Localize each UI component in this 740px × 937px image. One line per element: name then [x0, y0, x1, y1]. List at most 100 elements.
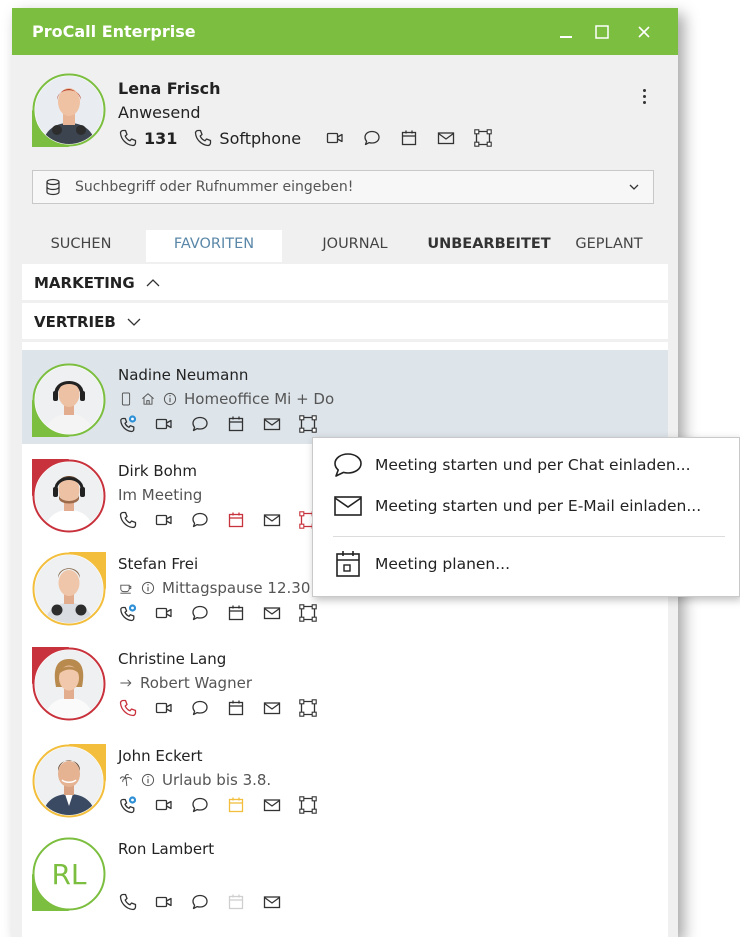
search-box[interactable]: [32, 170, 654, 204]
screen-share-icon[interactable]: [298, 795, 318, 815]
chat-icon[interactable]: [190, 795, 210, 815]
tab-suchen[interactable]: SUCHEN: [36, 230, 126, 262]
contact-name: Dirk Bohm: [118, 462, 197, 480]
calendar-icon[interactable]: [226, 795, 246, 815]
video-icon[interactable]: [154, 510, 174, 530]
mail-icon[interactable]: [436, 128, 456, 148]
more-options-button[interactable]: [634, 85, 654, 107]
calendar-icon[interactable]: [226, 414, 246, 434]
contact-avatar[interactable]: [32, 647, 106, 721]
video-icon[interactable]: [154, 414, 174, 434]
contact-avatar[interactable]: [32, 459, 106, 533]
phone-icon[interactable]: [118, 510, 138, 530]
envelope-icon: [334, 496, 362, 516]
phone-icon[interactable]: [118, 603, 138, 623]
contact-avatar[interactable]: [32, 363, 106, 437]
mail-icon[interactable]: [262, 414, 282, 434]
mobile-icon: [118, 391, 134, 407]
screen-share-icon[interactable]: [473, 128, 493, 148]
chat-icon[interactable]: [190, 510, 210, 530]
phone-icon[interactable]: [118, 414, 138, 434]
contact-name: John Eckert: [118, 747, 203, 765]
tab-unbearbeitet[interactable]: UNBEARBEITET: [414, 230, 564, 262]
contact-actions: [118, 795, 334, 815]
favorites-list: MARKETING VERTRIEB Nadine Neumann Homeof…: [22, 264, 668, 937]
contact-status-text: Urlaub bis 3.8.: [162, 771, 272, 789]
chevron-down-icon[interactable]: [627, 180, 641, 194]
contact-avatar[interactable]: [32, 744, 106, 818]
group-header-marketing[interactable]: MARKETING: [22, 266, 668, 303]
title-bar[interactable]: ProCall Enterprise: [12, 8, 678, 55]
menu-item-label: Meeting starten und per Chat einladen...: [375, 456, 691, 474]
home-icon: [140, 391, 156, 407]
own-name: Lena Frisch: [118, 79, 221, 98]
contact-actions: [118, 414, 334, 434]
video-icon[interactable]: [154, 603, 174, 623]
search-input[interactable]: [73, 178, 627, 196]
tab-favoriten[interactable]: FAVORITEN: [146, 230, 282, 262]
info-icon: [140, 772, 156, 788]
minimize-button[interactable]: [546, 8, 586, 55]
screen-share-icon[interactable]: [298, 698, 318, 718]
group-label: MARKETING: [34, 274, 135, 292]
calendar-icon[interactable]: [226, 510, 246, 530]
kebab-dot-icon: [642, 100, 646, 104]
tab-geplant[interactable]: GEPLANT: [566, 230, 652, 262]
mail-icon[interactable]: [262, 510, 282, 530]
calendar-icon[interactable]: [226, 603, 246, 623]
chat-icon[interactable]: [190, 892, 210, 912]
group-header-vertrieb[interactable]: VERTRIEB: [22, 305, 668, 342]
own-device[interactable]: Softphone: [219, 129, 301, 148]
own-presence-status: Anwesend: [118, 103, 201, 122]
chat-icon[interactable]: [190, 698, 210, 718]
contact-row[interactable]: Christine Lang Robert Wagner: [22, 634, 668, 728]
phone-icon[interactable]: [118, 128, 138, 148]
chat-icon[interactable]: [362, 128, 382, 148]
own-avatar[interactable]: [32, 73, 106, 147]
close-button[interactable]: [624, 8, 664, 55]
contact-status: Mittagspause 12.30: [118, 579, 310, 597]
calendar-icon[interactable]: [226, 698, 246, 718]
kebab-dot-icon: [642, 88, 646, 92]
window-title: ProCall Enterprise: [32, 22, 196, 41]
palm-tree-icon: [118, 772, 134, 788]
contact-row[interactable]: John Eckert Urlaub bis 3.8.: [22, 731, 668, 825]
video-icon[interactable]: [154, 698, 174, 718]
tab-journal[interactable]: JOURNAL: [300, 230, 410, 262]
menu-item-meeting-chat[interactable]: Meeting starten und per Chat einladen...: [313, 444, 739, 486]
own-extension[interactable]: 131: [144, 129, 177, 148]
video-icon[interactable]: [154, 892, 174, 912]
info-icon: [140, 580, 156, 596]
screen-share-icon[interactable]: [298, 603, 318, 623]
phone-icon[interactable]: [118, 795, 138, 815]
kebab-dot-icon: [642, 94, 646, 98]
screen-share-icon[interactable]: [298, 414, 318, 434]
forward-arrow-icon: [118, 675, 134, 691]
phone-icon[interactable]: [118, 892, 138, 912]
close-icon: [638, 25, 650, 38]
video-icon[interactable]: [154, 795, 174, 815]
phone-icon[interactable]: [193, 128, 213, 148]
contact-status: Robert Wagner: [118, 674, 252, 692]
contact-row[interactable]: Nadine Neumann Homeoffice Mi + Do: [22, 350, 668, 444]
mail-icon[interactable]: [262, 698, 282, 718]
contact-avatar[interactable]: RL: [32, 837, 106, 911]
contact-initials: RL: [51, 858, 86, 891]
maximize-button[interactable]: [582, 8, 622, 55]
video-icon[interactable]: [325, 128, 345, 148]
own-actions: 131 Softphone: [118, 126, 493, 150]
chat-icon[interactable]: [190, 603, 210, 623]
contact-name: Christine Lang: [118, 650, 227, 668]
mail-icon[interactable]: [262, 892, 282, 912]
mail-icon[interactable]: [262, 603, 282, 623]
contact-status-text: Mittagspause 12.30: [162, 579, 311, 597]
calendar-icon[interactable]: [399, 128, 419, 148]
menu-item-meeting-email[interactable]: Meeting starten und per E-Mail einladen.…: [313, 485, 739, 527]
contact-row[interactable]: RL Ron Lambert: [22, 824, 668, 918]
contact-avatar[interactable]: [32, 552, 106, 626]
menu-item-plan-meeting[interactable]: Meeting planen...: [313, 543, 739, 585]
mail-icon[interactable]: [262, 795, 282, 815]
phone-icon[interactable]: [118, 698, 138, 718]
chat-icon[interactable]: [190, 414, 210, 434]
contact-status-text: Robert Wagner: [140, 674, 252, 692]
